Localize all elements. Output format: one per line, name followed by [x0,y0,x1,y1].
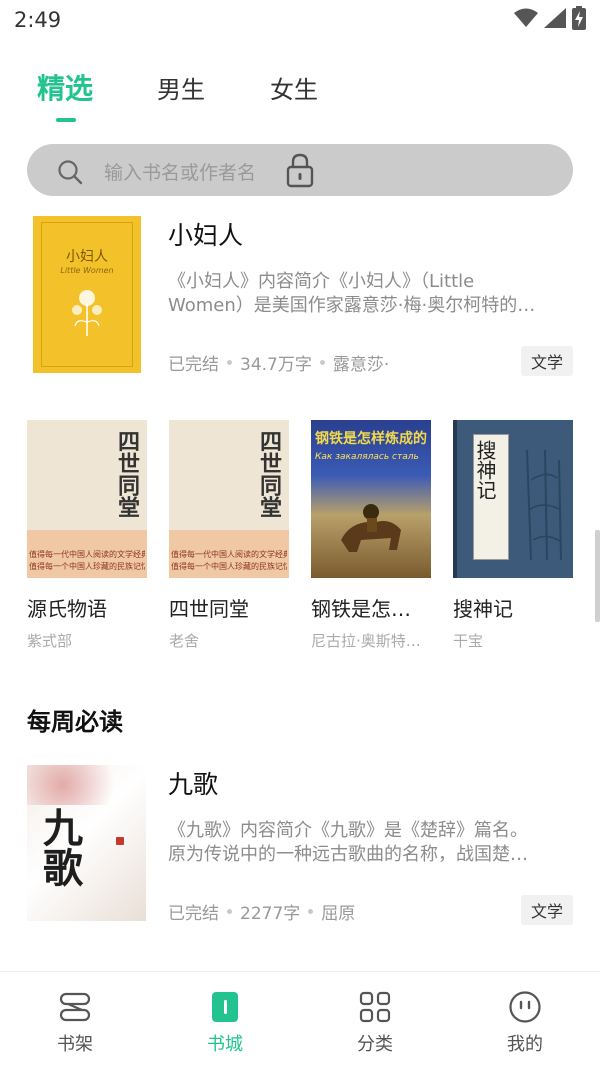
grid-book-author: 尼古拉·奥斯特… [311,632,421,650]
book-meta: 已完结 2277字 屈原 [168,899,355,924]
book-cover: 四世同堂 值得每一代中国人阅读的文学经典 值得每一个中国人珍藏的民族记忆 [169,420,289,578]
cover-title: 九歌 [36,807,82,887]
category-tabs: 精选 男生 女生 [0,70,600,130]
separator-dot [308,909,314,914]
book-cover-jiuge: 九歌 [27,765,146,921]
grid-book-author: 干宝 [453,632,484,650]
signal-icon [544,8,566,28]
cover-title: 搜神记 [473,440,497,500]
nav-label: 我的 [507,1034,543,1055]
book-description: 《九歌》内容简介《九歌》是《楚辞》篇名。 原为传说中的一种远古歌曲的名称，战国楚… [168,819,568,867]
cover-seal [116,837,124,845]
grid-book-title: 四世同堂 [169,597,249,621]
grid-book-author: 老舍 [169,632,200,650]
active-tab-indicator [56,118,76,122]
book-description-line-2: 原为传说中的一种远古歌曲的名称，战国楚… [168,844,528,865]
book-description-line-1: 《九歌》内容简介《九歌》是《楚辞》篇名。 [168,820,528,841]
cover-title: 四世同堂 [256,430,281,518]
cover-slogan-2: 值得每一个中国人珍藏的民族记忆 [171,562,287,571]
grid-book-title: 钢铁是怎… [311,597,411,621]
featured-book-card[interactable]: 小妇人 Little Women 小妇人 《小妇人》内容简介《小妇人》（Litt… [0,216,600,376]
search-icon [58,160,83,185]
genre-tag: 文学 [520,346,573,376]
book-author: 露意莎· [332,355,390,375]
separator-dot [319,360,325,365]
flower-ornament-icon [72,290,102,336]
battery-charging-icon [572,6,586,30]
cover-title: 小妇人 [66,249,108,265]
grid-book-item[interactable]: 搜神记 搜神记 干宝 [453,420,575,651]
nav-bookshelf[interactable]: 书架 [25,990,125,1056]
book-description-line-1: 《小妇人》内容简介《小妇人》（Little [168,271,475,292]
status-icons [514,6,586,30]
nav-category[interactable]: 分类 [325,990,425,1056]
status-time: 2:49 [14,8,62,32]
book-title: 小妇人 [168,221,244,250]
nav-bookstore[interactable]: 书城 [175,990,275,1056]
tab-female[interactable]: 女生 [270,70,318,105]
book-word-count: 34.7万字 [240,355,312,375]
cover-title: 钢铁是怎样炼成的 [315,431,427,447]
grid-book-title: 源氏物语 [27,597,107,621]
book-title: 九歌 [168,770,219,799]
cover-slogan-1: 值得每一代中国人阅读的文学经典 [29,550,145,559]
book-status: 已完结 [168,355,219,375]
profile-icon [509,991,541,1023]
status-bar: 2:49 [0,0,600,42]
grid-book-item[interactable]: 钢铁是怎样炼成的 Как закалялась сталь 钢铁是怎… 尼古拉·… [311,420,433,651]
search-placeholder: 输入书名或作者名 [104,162,257,184]
cover-title: 四世同堂 [114,430,139,518]
nav-label: 书架 [57,1034,93,1055]
search-bar[interactable]: 输入书名或作者名 [27,144,573,196]
nav-label: 书城 [207,1034,243,1055]
category-icon [359,991,391,1023]
grid-book-item[interactable]: 四世同堂 值得每一代中国人阅读的文学经典 值得每一个中国人珍藏的民族记忆 四世同… [169,420,291,651]
lock-icon [286,153,314,188]
bookshelf-icon [59,992,91,1022]
bookstore-icon [212,992,238,1022]
scrollbar[interactable] [595,530,600,622]
book-cover: 四世同堂 值得每一代中国人阅读的文学经典 值得每一个中国人珍藏的民族记忆 [27,420,147,578]
tab-featured[interactable]: 精选 [37,67,93,107]
bottom-navigation: 书架 书城 分类 我的 [0,971,600,1067]
book-cover: 搜神记 [453,420,573,578]
book-grid: 四世同堂 值得每一代中国人阅读的文学经典 值得每一个中国人珍藏的民族记忆 源氏物… [0,420,600,650]
book-meta: 已完结 34.7万字 露意莎· [168,350,389,375]
grid-book-item[interactable]: 四世同堂 值得每一代中国人阅读的文学经典 值得每一个中国人珍藏的民族记忆 源氏物… [27,420,149,651]
book-cover-little-women: 小妇人 Little Women [33,216,141,373]
genre-tag: 文学 [520,895,573,925]
book-cover: 钢铁是怎样炼成的 Как закалялась сталь [311,420,431,578]
cover-subtitle: Little Women [60,266,114,275]
tab-male[interactable]: 男生 [157,70,205,105]
weekly-book-card[interactable]: 九歌 九歌 《九歌》内容简介《九歌》是《楚辞》篇名。 原为传说中的一种远古歌曲的… [0,765,600,925]
bamboo-pattern-icon [526,450,562,560]
cover-subtitle: Как закалялась сталь [315,452,419,462]
separator-dot [227,909,232,914]
separator-dot [227,360,232,365]
book-description: 《小妇人》内容简介《小妇人》（Little Women）是美国作家露意莎·梅·奥… [168,270,568,318]
nav-profile[interactable]: 我的 [475,990,575,1056]
grid-book-title: 搜神记 [453,597,513,621]
wifi-icon [514,8,538,27]
book-word-count: 2277字 [240,904,301,924]
cover-slogan-1: 值得每一代中国人阅读的文学经典 [171,550,287,559]
book-description-line-2: Women）是美国作家露意莎·梅·奥尔柯特的… [168,295,536,316]
horse-rider-illustration [341,504,401,552]
nav-label: 分类 [357,1034,393,1055]
section-title-weekly: 每周必读 [27,708,123,736]
book-status: 已完结 [168,904,219,924]
book-author: 屈原 [321,904,356,924]
grid-book-author: 紫式部 [27,632,73,650]
cover-slogan-2: 值得每一个中国人珍藏的民族记忆 [29,562,145,571]
